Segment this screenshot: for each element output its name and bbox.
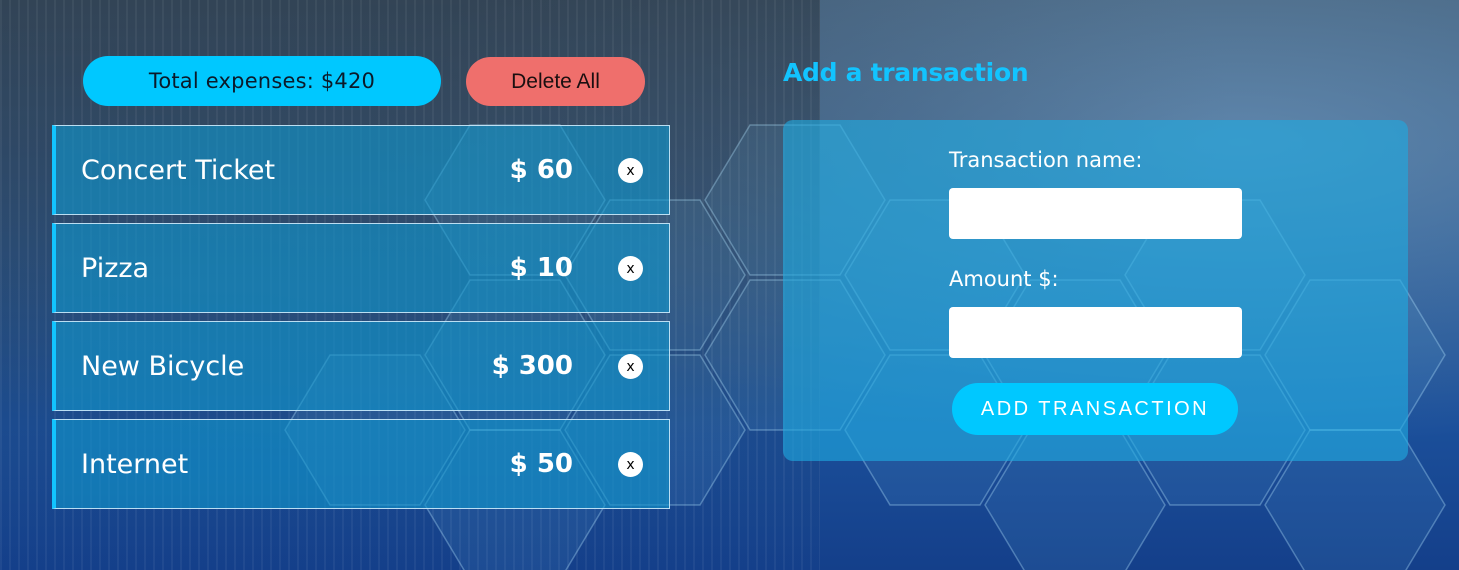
transaction-amount: $ 10: [509, 253, 573, 283]
transaction-name: Internet: [81, 448, 189, 480]
transaction-amount: $ 60: [509, 155, 573, 185]
transaction-item: Pizza $ 10 x: [52, 223, 670, 313]
transaction-name: Concert Ticket: [81, 154, 276, 186]
transaction-item: New Bicycle $ 300 x: [52, 321, 670, 411]
add-transaction-form: Transaction name: Amount $: ADD TRANSACT…: [783, 120, 1408, 461]
transaction-name: Pizza: [81, 252, 150, 284]
total-expenses-badge: Total expenses: $420: [83, 56, 441, 106]
transaction-name-label: Transaction name:: [949, 148, 1143, 172]
transaction-list: Concert Ticket $ 60 x Pizza $ 10 x New B…: [52, 125, 670, 517]
delete-all-button[interactable]: Delete All: [466, 57, 645, 106]
remove-transaction-button[interactable]: x: [618, 158, 643, 183]
add-transaction-label: ADD TRANSACTION: [980, 397, 1210, 420]
transaction-name-input[interactable]: [949, 188, 1242, 239]
remove-transaction-button[interactable]: x: [618, 256, 643, 281]
remove-transaction-button[interactable]: x: [618, 354, 643, 379]
add-transaction-button[interactable]: ADD TRANSACTION: [952, 383, 1238, 435]
amount-label: Amount $:: [949, 267, 1059, 291]
total-expenses-label: Total expenses: $420: [148, 69, 376, 93]
add-transaction-heading: Add a transaction: [783, 58, 1029, 87]
transaction-item: Internet $ 50 x: [52, 419, 670, 509]
amount-input[interactable]: [949, 307, 1242, 358]
transaction-amount: $ 50: [509, 449, 573, 479]
transaction-amount: $ 300: [491, 351, 573, 381]
transaction-name: New Bicycle: [81, 350, 245, 382]
transaction-item: Concert Ticket $ 60 x: [52, 125, 670, 215]
remove-transaction-button[interactable]: x: [618, 452, 643, 477]
delete-all-label: Delete All: [511, 69, 600, 93]
